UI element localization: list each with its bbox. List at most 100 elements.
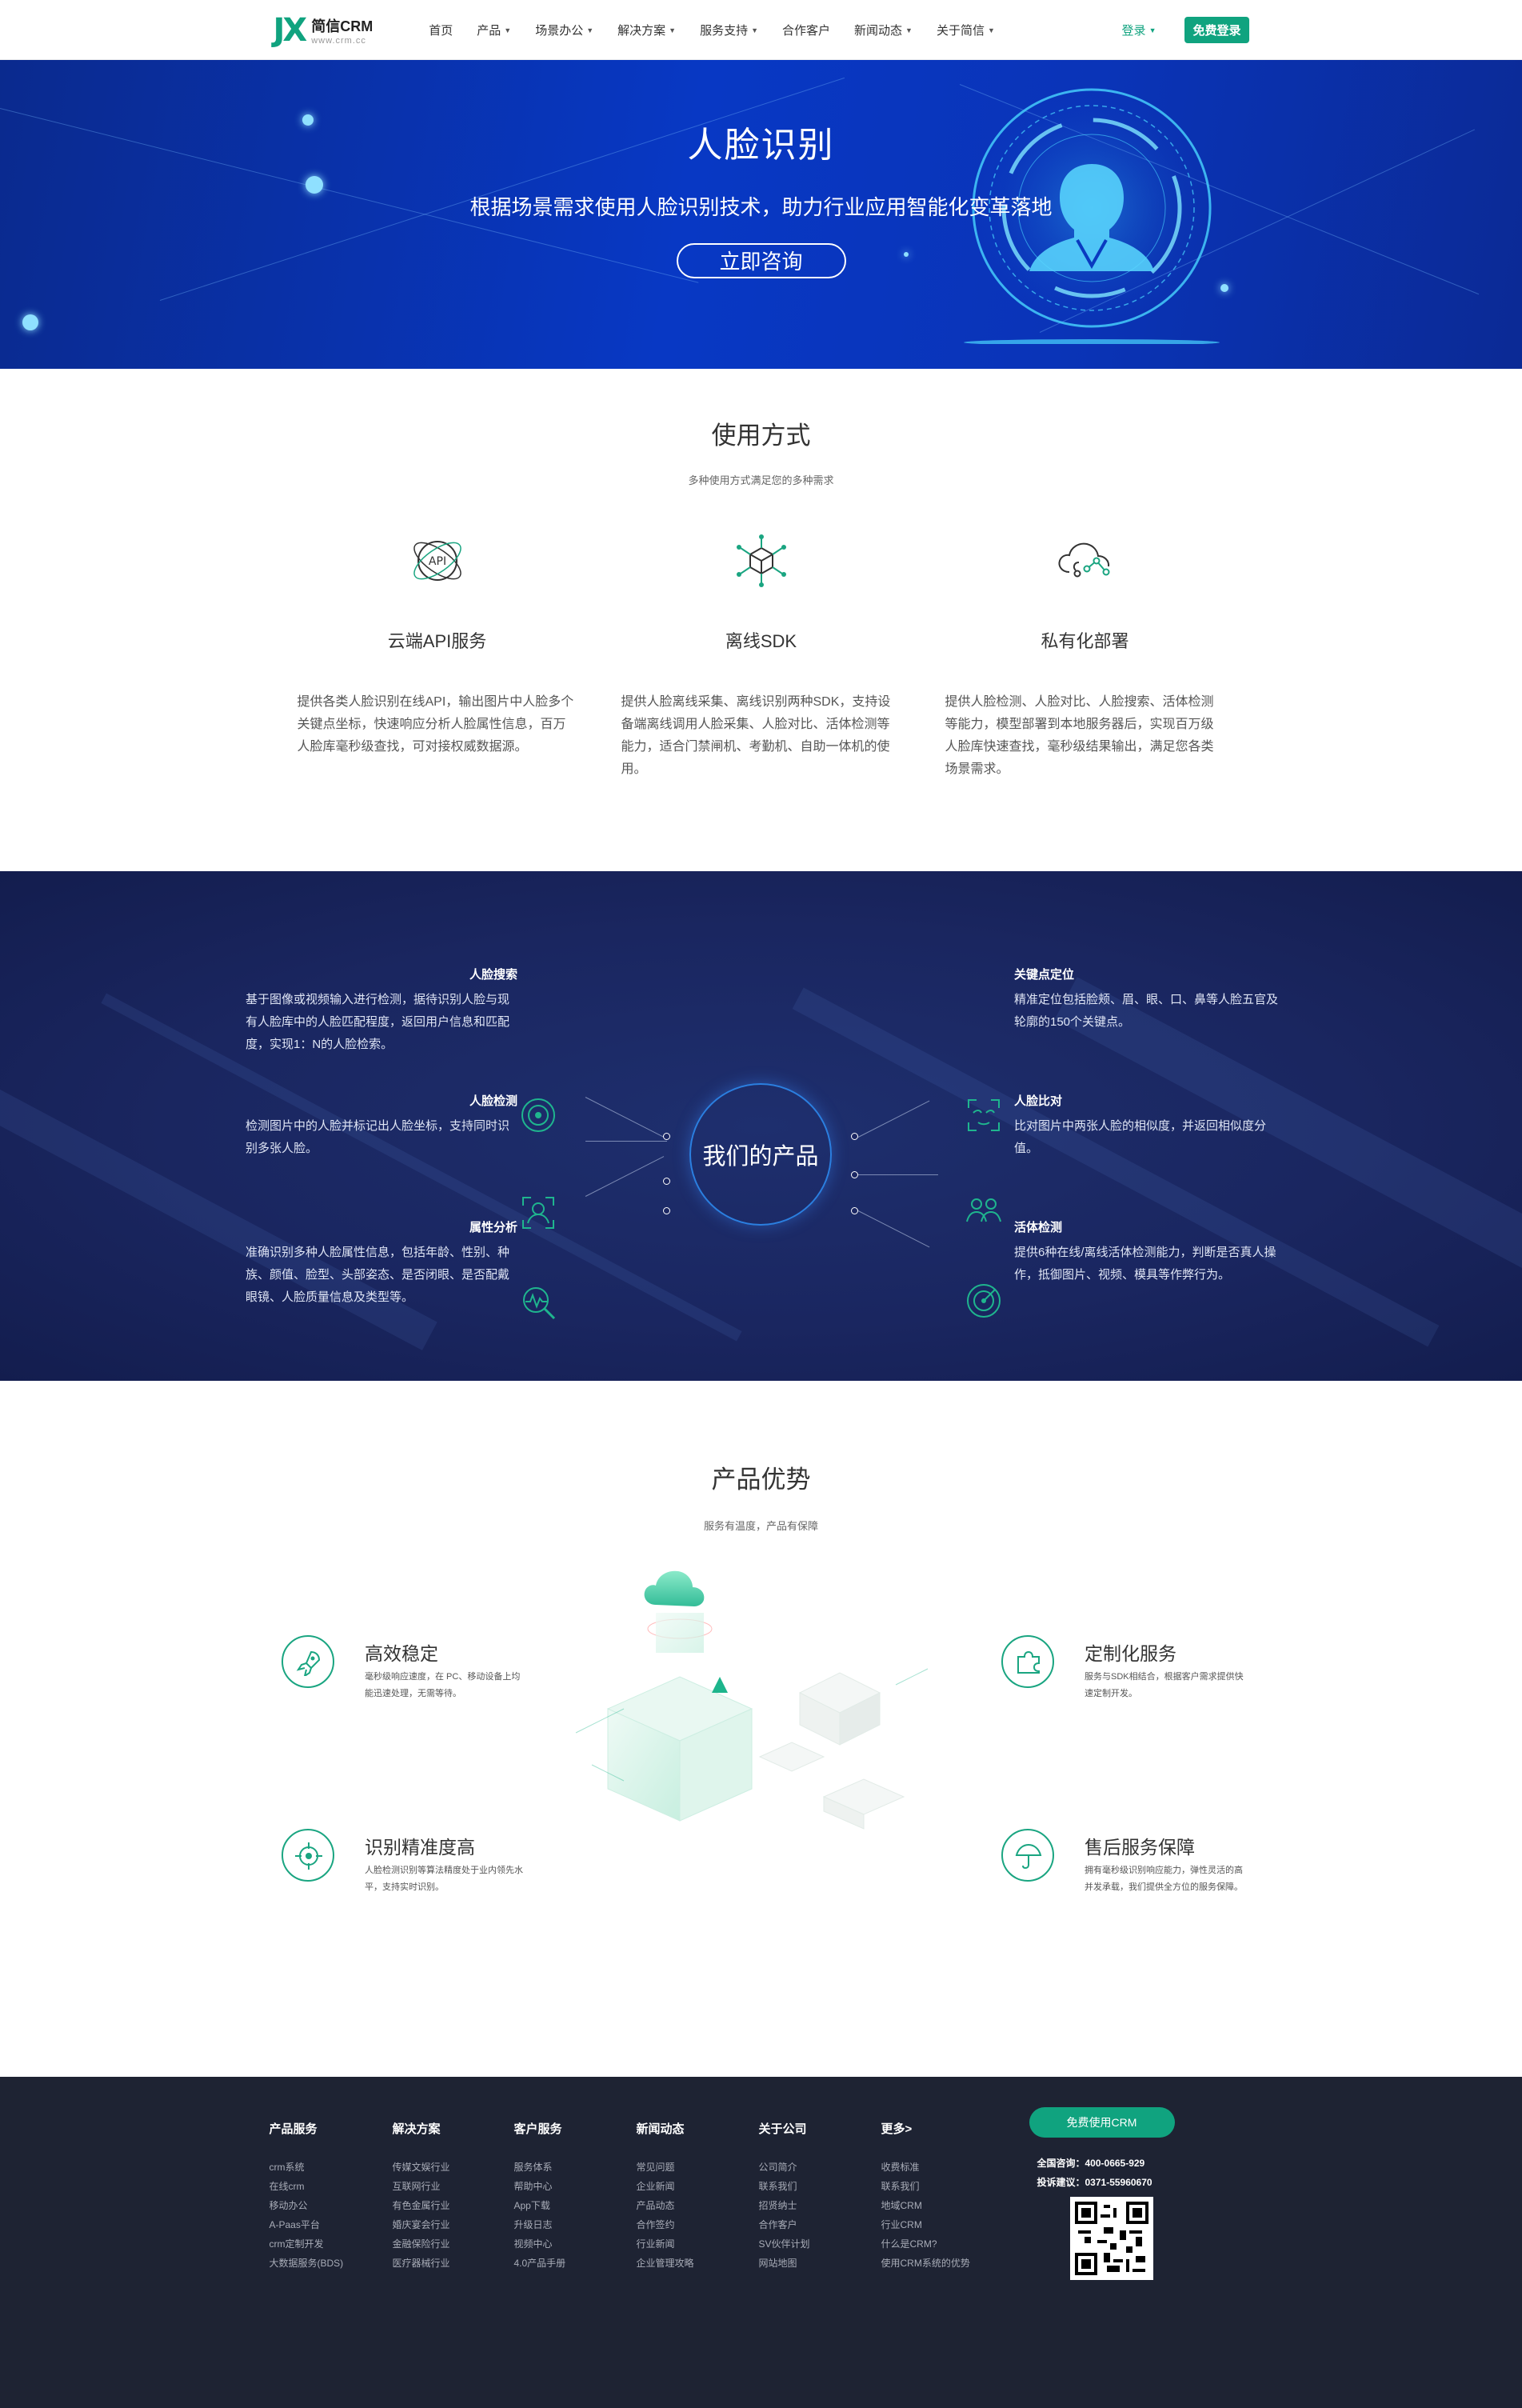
svg-text:API: API xyxy=(428,555,445,568)
footer-link[interactable]: 行业新闻 xyxy=(637,2234,694,2254)
nav-item-scenarios[interactable]: 场景办公 ▼ xyxy=(535,22,593,38)
footer-col-title[interactable]: 更多> xyxy=(881,2120,970,2137)
nav-item-home[interactable]: 首页 xyxy=(429,22,453,38)
site-logo[interactable]: JX 简信CRM www.crm.cc xyxy=(274,14,374,46)
puzzle-icon xyxy=(1001,1635,1054,1688)
footer-col-solutions: 解决方案 传媒文娱行业 互联网行业 有色金属行业 婚庆宴会行业 金融保险行业 医… xyxy=(393,2120,450,2273)
footer-col-title: 解决方案 xyxy=(392,2122,441,2136)
chevron-down-icon: ▼ xyxy=(987,26,995,34)
footer-link[interactable]: 大数据服务(BDS) xyxy=(270,2254,344,2273)
footer-link[interactable]: 传媒文娱行业 xyxy=(393,2158,450,2177)
footer-link[interactable]: 企业管理攻略 xyxy=(637,2254,694,2273)
nav-item-solutions[interactable]: 解决方案 ▼ xyxy=(617,22,676,38)
nav-item-support[interactable]: 服务支持 ▼ xyxy=(700,22,758,38)
hero-subtitle: 根据场景需求使用人脸识别技术，助力行业应用智能化变革落地 xyxy=(469,195,1053,219)
footer-col-about: 关于公司 公司简介 联系我们 招贤纳士 合作客户 SV伙伴计划 网站地图 xyxy=(759,2120,810,2273)
product-title: 活体检测 xyxy=(1014,1221,1063,1234)
footer-link[interactable]: A-Paas平台 xyxy=(270,2215,344,2234)
connector-dot xyxy=(851,1133,858,1140)
usage-item-name: 云端API服务 xyxy=(387,631,487,651)
footer-col-title: 产品服务 xyxy=(269,2122,318,2136)
footer-link[interactable]: 金融保险行业 xyxy=(393,2234,450,2254)
footer-link[interactable]: SV伙伴计划 xyxy=(759,2234,810,2254)
product-title: 人脸搜索 xyxy=(469,968,517,982)
product-keypoint: 关键点定位 精准定位包括脸颊、眉、眼、口、鼻等人脸五官及轮廓的150个关键点。 xyxy=(1014,966,1286,1034)
advantage-section: 产品优势 服务有温度，产品有保障 高效稳定 毫秒级响应速度，在 PC、移动设备上… xyxy=(0,1381,1522,2075)
footer-link[interactable]: crm系统 xyxy=(270,2158,344,2177)
keypoint-icon xyxy=(968,1099,1000,1131)
nav-item-about[interactable]: 关于简信 ▼ xyxy=(937,22,995,38)
footer-link[interactable]: App下载 xyxy=(514,2196,566,2215)
cloud-network-icon xyxy=(1058,542,1109,578)
advantage-desc: 毫秒级响应速度，在 PC、移动设备上均能迅速处理，无需等待。 xyxy=(365,1672,521,1698)
usage-item-cloud-api: API 云端API服务 提供各类人脸识别在线API，输出图片中人脸多个关键点坐标… xyxy=(298,530,577,781)
footer-link[interactable]: 合作签约 xyxy=(637,2215,694,2234)
usage-item-desc: 提供人脸检测、人脸对比、人脸搜索、活体检测等能力，模型部署到本地服务器后，实现百… xyxy=(945,695,1214,776)
footer-link[interactable]: 产品动态 xyxy=(637,2196,694,2215)
logo-name: 简信CRM xyxy=(311,18,374,34)
site-header: JX 简信CRM www.crm.cc 首页 产品 ▼ 场景办公 ▼ 解决方案 ▼ 服… xyxy=(0,0,1522,60)
footer-link[interactable]: 招贤纳士 xyxy=(759,2196,810,2215)
product-desc: 检测图片中的人脸并标记出人脸坐标，支持同时识别多张人脸。 xyxy=(246,1119,510,1155)
free-login-button[interactable]: 免费登录 xyxy=(1184,17,1249,43)
login-menu[interactable]: 登录 ▼ xyxy=(1122,22,1156,38)
chevron-down-icon: ▼ xyxy=(669,26,677,34)
footer-link[interactable]: 帮助中心 xyxy=(514,2177,566,2196)
main-nav: 首页 产品 ▼ 场景办公 ▼ 解决方案 ▼ 服务支持 ▼ 合作客户 新闻动态 ▼ 关于简信… xyxy=(429,22,1121,38)
footer-link[interactable]: 使用CRM系统的优势 xyxy=(881,2254,970,2273)
nav-item-products[interactable]: 产品 ▼ xyxy=(477,22,511,38)
usage-subtitle: 多种使用方式满足您的多种需求 xyxy=(688,474,834,486)
footer-link[interactable]: 企业新闻 xyxy=(637,2177,694,2196)
connector-line xyxy=(585,1141,667,1142)
product-attribute-analysis: 属性分析 准确识别多种人脸属性信息，包括年龄、性别、种族、颜值、脸型、头部姿态、… xyxy=(246,1218,517,1309)
our-products-hub: 我们的产品 xyxy=(689,1083,832,1226)
hero-glow-dot xyxy=(22,314,38,330)
footer-link[interactable]: 地域CRM xyxy=(881,2196,970,2215)
free-use-crm-button[interactable]: 免费使用CRM xyxy=(1029,2107,1175,2138)
product-face-detect: 人脸检测 检测图片中的人脸并标记出人脸坐标，支持同时识别多张人脸。 xyxy=(246,1092,517,1160)
product-desc: 比对图片中两张人脸的相似度，并返回相似度分值。 xyxy=(1014,1119,1267,1155)
footer-link[interactable]: 收费标准 xyxy=(881,2158,970,2177)
footer-link[interactable]: 服务体系 xyxy=(514,2158,566,2177)
footer-col-service: 客户服务 服务体系 帮助中心 App下载 升级日志 视频中心 4.0产品手册 xyxy=(514,2120,566,2273)
footer-link[interactable]: 行业CRM xyxy=(881,2215,970,2234)
product-title: 关键点定位 xyxy=(1014,968,1075,982)
footer-link[interactable]: 升级日志 xyxy=(514,2215,566,2234)
nav-item-customers[interactable]: 合作客户 xyxy=(782,22,830,38)
cube-network-icon xyxy=(736,534,786,587)
footer-link[interactable]: 视频中心 xyxy=(514,2234,566,2254)
connector-dot xyxy=(851,1207,858,1214)
footer-contact: 全国咨询：400-0665-929 投诉建议：0371-55960670 xyxy=(1037,2154,1152,2192)
footer-link[interactable]: 婚庆宴会行业 xyxy=(393,2215,450,2234)
face-search-icon xyxy=(521,1098,555,1132)
footer-link[interactable]: 网站地图 xyxy=(759,2254,810,2273)
footer-link[interactable]: 什么是CRM? xyxy=(881,2234,970,2254)
footer-link[interactable]: 医疗器械行业 xyxy=(393,2254,450,2273)
product-face-compare: 人脸比对 比对图片中两张人脸的相似度，并返回相似度分值。 xyxy=(1014,1092,1286,1160)
footer-link[interactable]: 移动办公 xyxy=(270,2196,344,2215)
usage-item-desc: 提供人脸离线采集、离线识别两种SDK，支持设备端离线调用人脸采集、人脸对比、活体… xyxy=(621,695,891,776)
footer-col-title: 关于公司 xyxy=(758,2122,807,2136)
nav-item-news[interactable]: 新闻动态 ▼ xyxy=(854,22,913,38)
hero-banner: 人脸识别 根据场景需求使用人脸识别技术，助力行业应用智能化变革落地 立即咨询 xyxy=(0,60,1522,369)
footer-link[interactable]: 联系我们 xyxy=(881,2177,970,2196)
footer-link[interactable]: 互联网行业 xyxy=(393,2177,450,2196)
footer-link[interactable]: 4.0产品手册 xyxy=(514,2254,566,2273)
footer-link[interactable]: 合作客户 xyxy=(759,2215,810,2234)
footer-link[interactable]: 联系我们 xyxy=(759,2177,810,2196)
logo-url: www.crm.cc xyxy=(311,35,366,46)
footer-col-title: 客户服务 xyxy=(513,2122,562,2136)
chevron-down-icon: ▼ xyxy=(905,26,913,34)
logo-mark: JX xyxy=(273,11,308,49)
product-desc: 提供6种在线/离线活体检测能力，判断是否真人操作，抵御图片、视频、模具等作弊行为… xyxy=(1014,1246,1276,1282)
footer-link[interactable]: 公司简介 xyxy=(759,2158,810,2177)
footer-link[interactable]: 常见问题 xyxy=(637,2158,694,2177)
footer-link[interactable]: 在线crm xyxy=(270,2177,344,2196)
consult-now-button[interactable]: 立即咨询 xyxy=(676,243,846,278)
product-desc: 精准定位包括脸颊、眉、眼、口、鼻等人脸五官及轮廓的150个关键点。 xyxy=(1014,993,1279,1029)
footer-link[interactable]: 有色金属行业 xyxy=(393,2196,450,2215)
footer-link[interactable]: crm定制开发 xyxy=(270,2234,344,2254)
connector-line xyxy=(858,1174,938,1175)
face-compare-icon xyxy=(966,1198,1001,1222)
connector-dot xyxy=(851,1171,858,1178)
